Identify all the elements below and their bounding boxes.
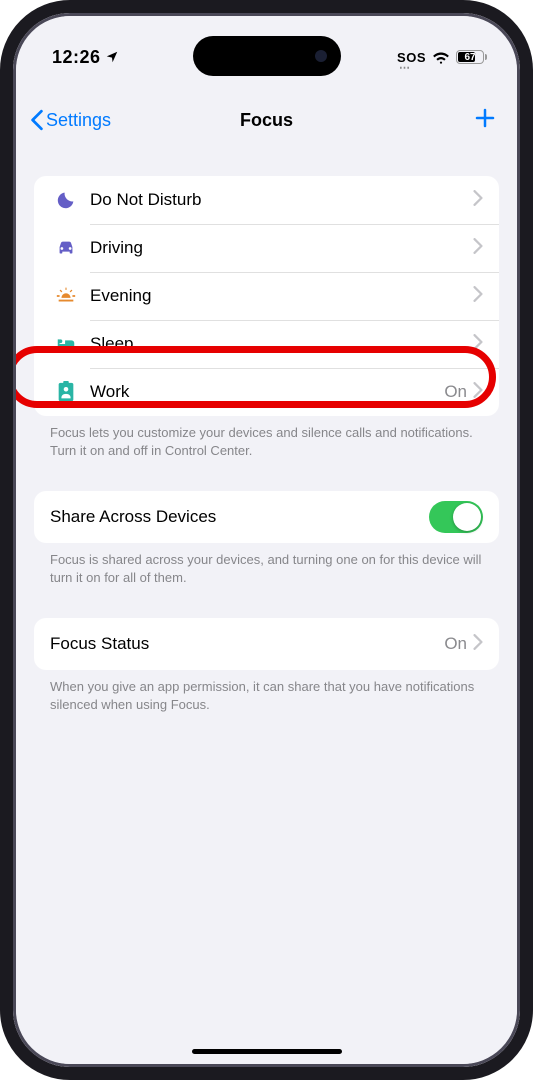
nav-bar: Settings Focus (16, 96, 517, 144)
focus-label: Do Not Disturb (90, 190, 473, 210)
chevron-icon (473, 190, 483, 211)
chevron-icon (473, 634, 483, 655)
focus-footer-text: Focus lets you customize your devices an… (34, 416, 499, 459)
chevron-icon (473, 382, 483, 403)
focus-label: Evening (90, 286, 473, 306)
focus-status-value: On (444, 382, 467, 402)
moon-icon (50, 189, 82, 211)
focus-status-footer-text: When you give an app permission, it can … (34, 670, 499, 713)
share-label: Share Across Devices (50, 507, 429, 527)
battery-indicator: 67 (456, 50, 487, 64)
chevron-icon (473, 334, 483, 355)
chevron-icon (473, 286, 483, 307)
badge-icon (50, 381, 82, 403)
status-bar: 12:26 SOS 67 (16, 16, 517, 76)
focus-row-driving[interactable]: Driving (34, 224, 499, 272)
share-toggle[interactable] (429, 501, 483, 533)
add-button[interactable] (473, 106, 497, 135)
focus-status-label: Focus Status (50, 634, 444, 654)
focus-status-row[interactable]: Focus Status On (34, 618, 499, 670)
focus-modes-group: Do Not Disturb Driving Evening (34, 176, 499, 416)
wifi-icon (432, 50, 450, 64)
focus-status-value: On (444, 634, 467, 654)
sos-indicator: SOS (397, 50, 426, 65)
focus-row-evening[interactable]: Evening (34, 272, 499, 320)
status-time: 12:26 (52, 47, 101, 68)
location-icon (105, 50, 119, 64)
focus-label: Driving (90, 238, 473, 258)
share-group: Share Across Devices (34, 491, 499, 543)
car-icon (50, 237, 82, 259)
home-indicator[interactable] (192, 1049, 342, 1054)
back-button[interactable]: Settings (30, 109, 111, 131)
back-label: Settings (46, 110, 111, 131)
focus-status-group: Focus Status On (34, 618, 499, 670)
bed-icon (50, 333, 82, 355)
focus-row-work[interactable]: Work On (34, 368, 499, 416)
sunset-icon (50, 285, 82, 307)
share-footer-text: Focus is shared across your devices, and… (34, 543, 499, 586)
focus-row-sleep[interactable]: Sleep (34, 320, 499, 368)
focus-label: Work (90, 382, 444, 402)
share-across-devices-row[interactable]: Share Across Devices (34, 491, 499, 543)
page-title: Focus (240, 110, 293, 131)
chevron-icon (473, 238, 483, 259)
focus-row-do-not-disturb[interactable]: Do Not Disturb (34, 176, 499, 224)
focus-label: Sleep (90, 334, 473, 354)
